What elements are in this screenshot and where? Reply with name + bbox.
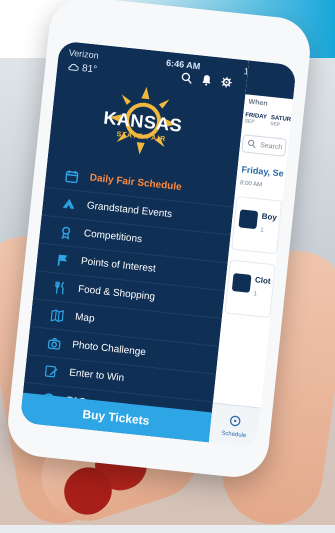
camera-icon xyxy=(46,334,64,352)
event-title: Clot xyxy=(254,275,272,286)
event-thumbnail xyxy=(231,272,252,293)
time-label: 8:00 AM xyxy=(239,180,263,189)
bell-icon[interactable] xyxy=(200,74,213,87)
date-tabs: FRIDAY SEP SATUR SEP xyxy=(244,112,291,129)
search-placeholder: Search xyxy=(259,141,283,151)
menu-item-label: Daily Fair Schedule xyxy=(89,172,183,194)
calendar-icon xyxy=(63,167,81,185)
event-card[interactable]: Boy 1 xyxy=(231,195,283,255)
status-time: 6:46 AM xyxy=(165,57,201,72)
menu-item-label: Grandstand Events xyxy=(86,200,173,221)
when-label: When xyxy=(248,98,268,108)
event-card[interactable]: Clot 1 xyxy=(224,259,276,319)
gear-icon[interactable] xyxy=(220,76,233,89)
event-title: Boy xyxy=(261,211,278,223)
bottom-tab-label: Schedule xyxy=(220,430,247,440)
menu-item-label: Points of Interest xyxy=(80,256,157,275)
cloud-icon xyxy=(67,62,83,74)
menu-item-label: Photo Challenge xyxy=(71,339,147,359)
event-meta: 1 xyxy=(253,291,258,298)
carrier: Verizon xyxy=(68,47,100,61)
grandstand-icon xyxy=(60,195,78,213)
phone-screen: Verizon 6:46 AM 11% 81° xyxy=(19,40,297,448)
schedule-icon xyxy=(228,413,242,432)
edit-icon xyxy=(43,362,61,380)
event-meta: 1 xyxy=(259,227,264,234)
utensils-icon xyxy=(51,279,69,297)
bottom-tab-schedule[interactable]: Schedule xyxy=(208,402,261,448)
date-tab-saturday[interactable]: SATUR SEP xyxy=(270,115,291,129)
ribbon-icon xyxy=(57,223,75,241)
menu-item-label: Map xyxy=(74,311,96,325)
map-icon xyxy=(48,307,66,325)
menu-item-label: Food & Shopping xyxy=(77,283,156,303)
weather-temp: 81° xyxy=(81,63,98,76)
search-icon xyxy=(247,138,257,150)
date-tab-friday[interactable]: FRIDAY SEP xyxy=(244,112,267,126)
menu-item-label: Enter to Win xyxy=(68,367,125,385)
menu-item-label: Competitions xyxy=(83,228,143,246)
search-input[interactable]: Search xyxy=(241,134,287,157)
event-thumbnail xyxy=(238,209,259,230)
search-icon[interactable] xyxy=(180,71,193,84)
day-header: Friday, Se xyxy=(241,164,285,179)
weather: 81° xyxy=(67,62,98,76)
phone-device: Verizon 6:46 AM 11% 81° xyxy=(4,0,314,481)
content-topbar xyxy=(245,60,297,100)
kansas-state-fair-logo: KANSAS STATE FAIR xyxy=(98,80,187,162)
flag-icon xyxy=(54,251,72,269)
